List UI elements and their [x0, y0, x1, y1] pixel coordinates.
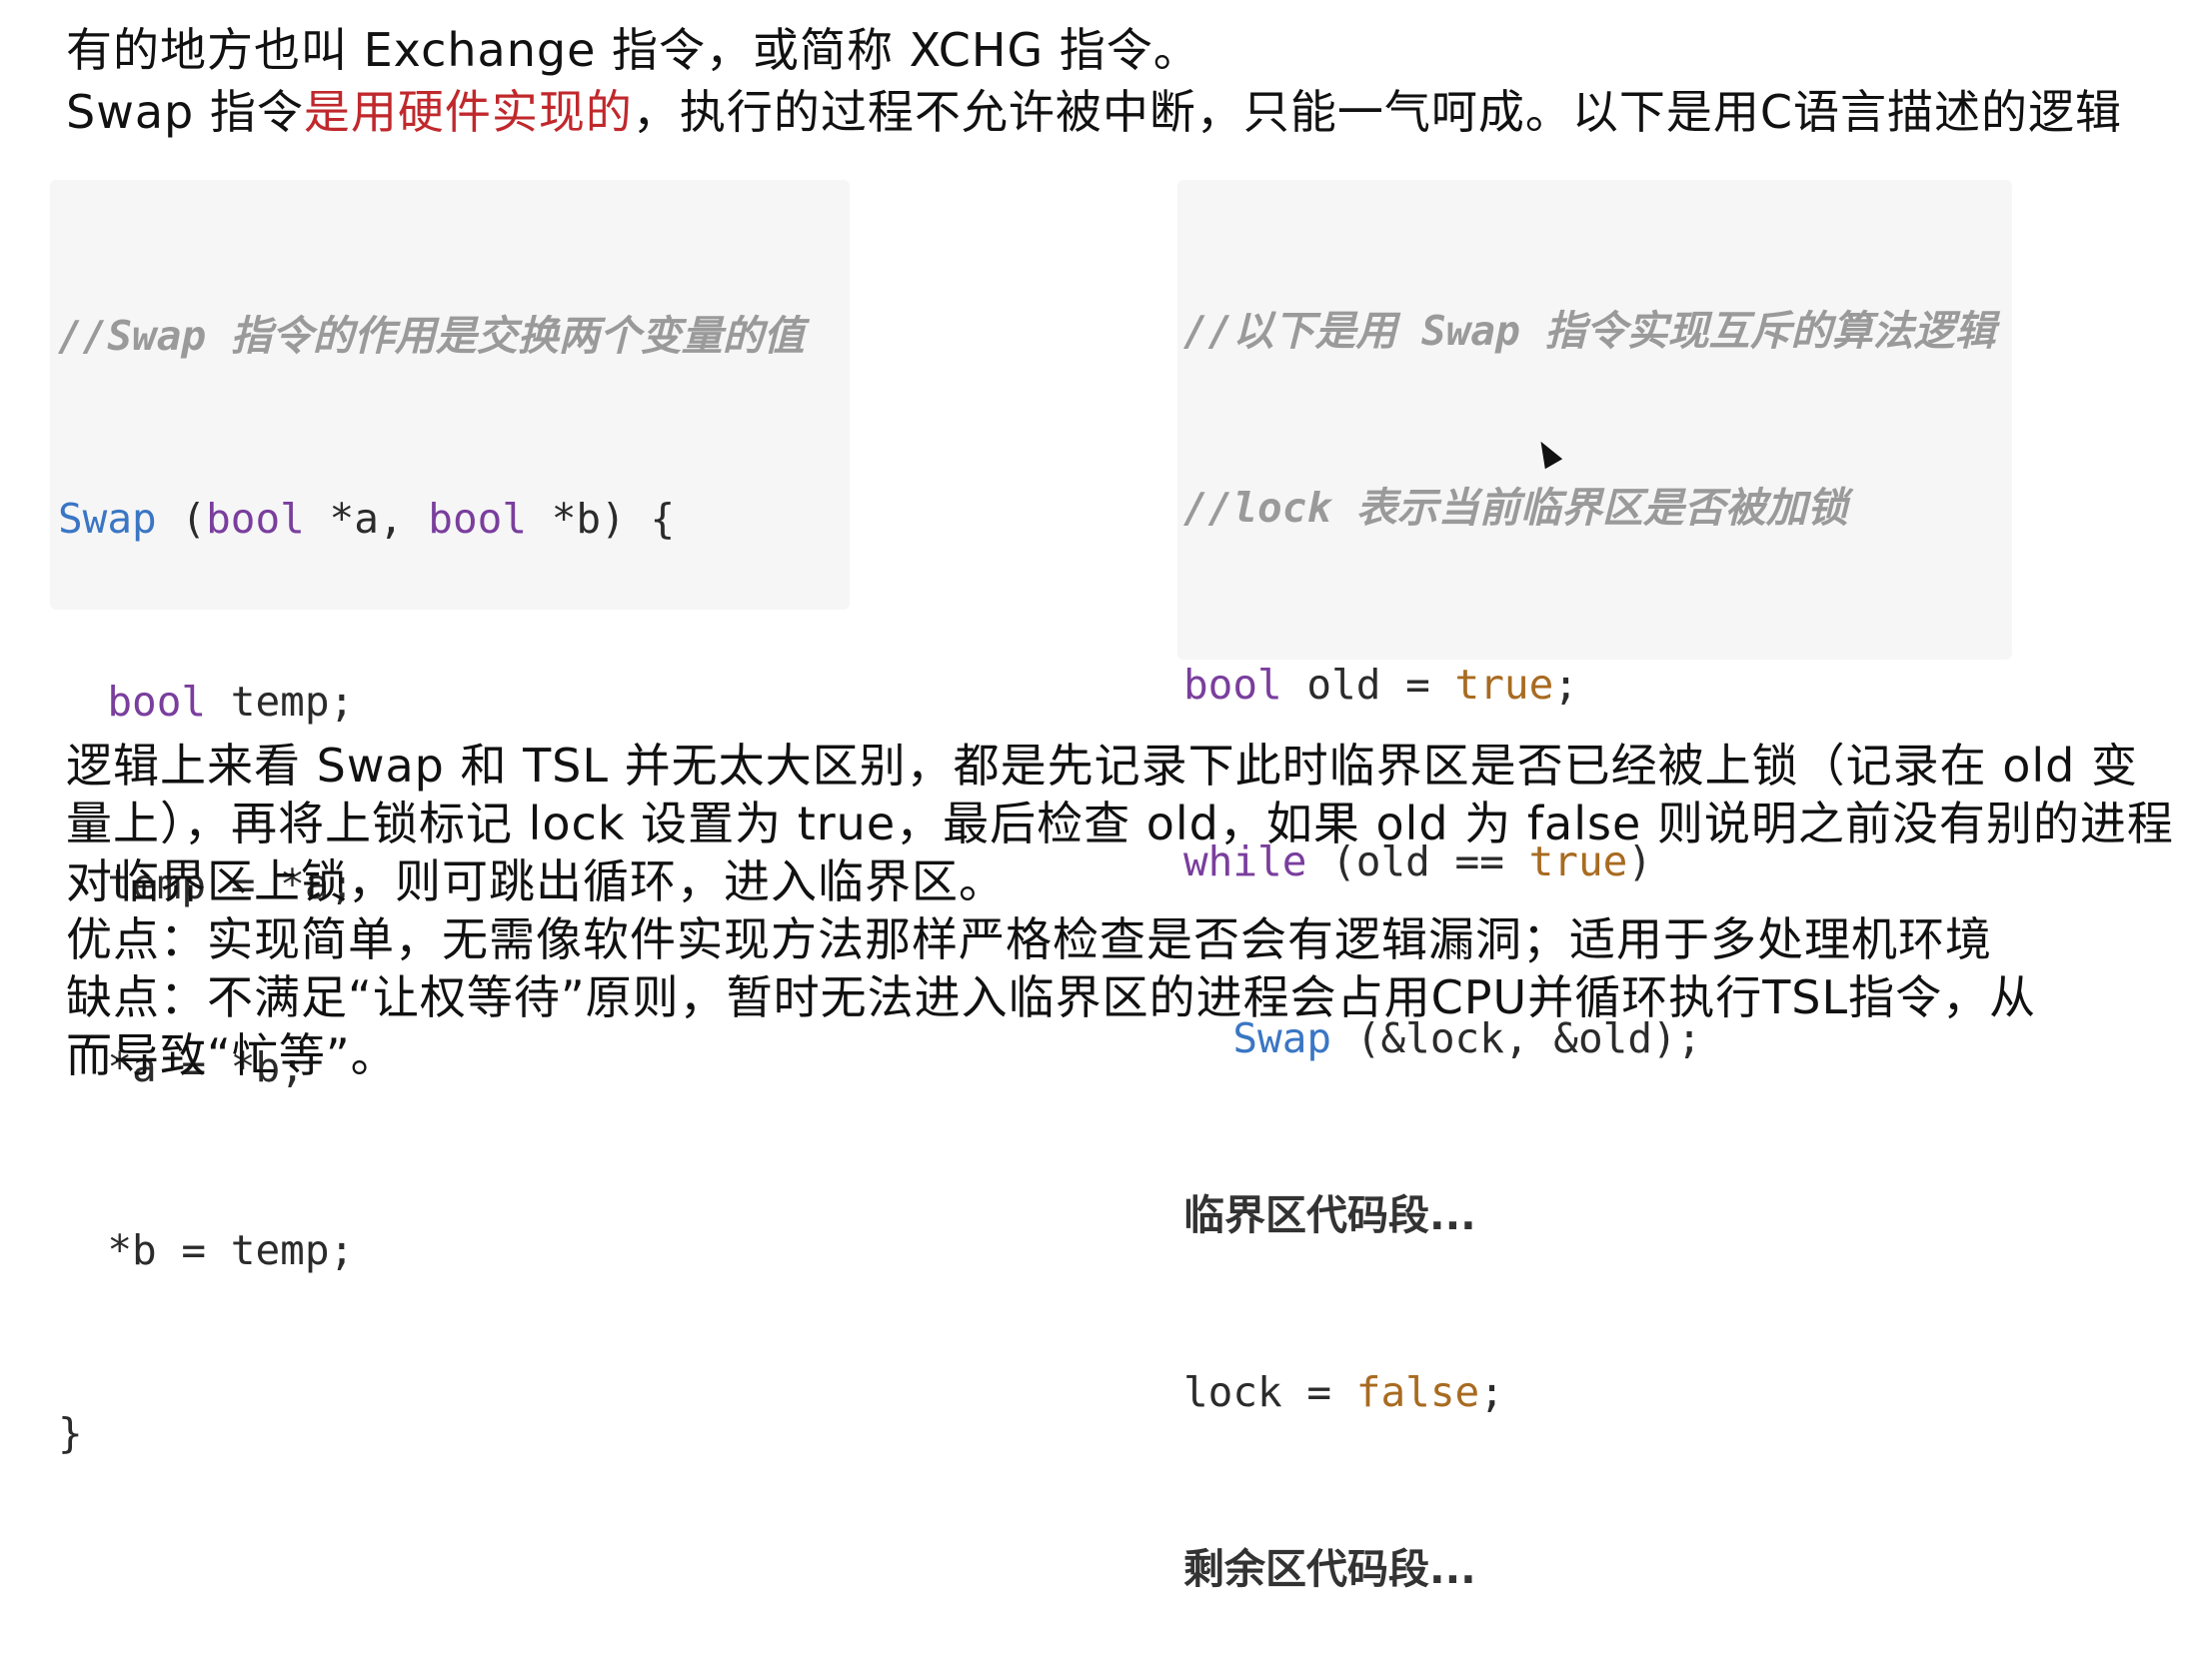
code-comment: //Swap 指令的作用是交换两个变量的值 [58, 312, 805, 360]
code-line: *b = temp; [58, 1226, 355, 1274]
code-text: ; [1479, 1368, 1504, 1416]
code-text: lock = [1183, 1368, 1356, 1416]
explanation-line-1: 逻辑上来看 Swap 和 TSL 并无太大区别，都是先记录下此时临界区是否已经被… [66, 739, 2138, 793]
swap-definition-code-block: //Swap 指令的作用是交换两个变量的值 Swap (bool *a, boo… [50, 180, 850, 1457]
code-text: old = [1281, 661, 1455, 709]
cons-line-2: 而导致“忙等”。 [66, 1028, 398, 1082]
code-keyword: bool [107, 678, 207, 726]
explanation-line-3: 对临界区上锁，则可跳出循环，进入临界区。 [66, 854, 1006, 908]
code-line: bool old = true; [1183, 656, 2012, 715]
intro-line-1: 有的地方也叫 Exchange 指令，或简称 XCHG 指令。 [66, 23, 1200, 77]
code-function-name: Swap [58, 495, 157, 543]
code-line: lock = false; [1183, 1363, 2012, 1422]
code-keyword: bool [206, 495, 305, 543]
explanation-line-2: 量上），再将上锁标记 lock 设置为 true，最后检查 old，如果 old… [66, 797, 2174, 850]
code-literal: false [1355, 1368, 1480, 1416]
intro-line-2-suffix: ，执行的过程不允许被中断，只能一气呵成。以下是用C语言描述的逻辑 [632, 85, 2122, 139]
code-text: *b) { [527, 495, 676, 543]
code-line: 剩余区代码段... [1183, 1545, 1476, 1593]
code-text: ( [156, 495, 207, 543]
code-line: Swap (bool *a, bool *b) { [58, 489, 850, 550]
intro-line-2-prefix: Swap 指令 [66, 85, 304, 139]
intro-line-2: Swap 指令是用硬件实现的，执行的过程不允许被中断，只能一气呵成。以下是用C语… [66, 84, 2122, 140]
cons-line-1: 缺点：不满足“让权等待”原则，暂时无法进入临界区的进程会占用CPU并循环执行TS… [66, 970, 2037, 1024]
code-literal: true [1454, 661, 1554, 709]
code-line: 临界区代码段... [1183, 1191, 1476, 1239]
code-comment: //lock 表示当前临界区是否被加锁 [1183, 484, 1848, 532]
code-keyword: bool [1183, 661, 1282, 709]
code-line: bool temp; [58, 672, 850, 733]
code-text: temp; [206, 678, 355, 726]
pros-line: 优点：实现简单，无需像软件实现方法那样严格检查是否会有逻辑漏洞；适用于多处理机环… [66, 912, 1992, 966]
swap-mutex-code-block: //以下是用 Swap 指令实现互斥的算法逻辑 //lock 表示当前临界区是否… [1177, 180, 2012, 1593]
code-text: ; [1553, 661, 1578, 709]
code-line: } [58, 1409, 83, 1457]
code-comment: //以下是用 Swap 指令实现互斥的算法逻辑 [1183, 307, 1996, 355]
intro-line-2-highlight: 是用硬件实现的 [303, 85, 633, 139]
code-keyword: bool [428, 495, 528, 543]
code-text: *a, [304, 495, 429, 543]
